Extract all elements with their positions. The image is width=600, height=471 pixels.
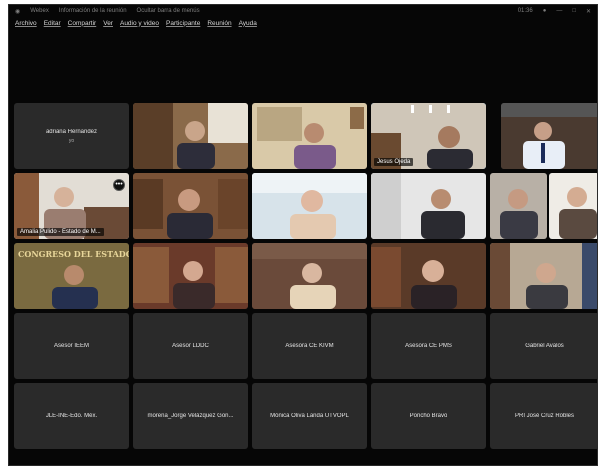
participant-name: Gabriel Avalos [525,343,564,349]
participant-video[interactable] [133,243,248,309]
menu-ayuda[interactable]: Ayuda [239,20,257,27]
participant-name: Amalia Pulido - Estado de M... [17,228,104,236]
participant-tile-amalia[interactable]: ••• Amalia Pulido - Estado de M... [14,173,129,239]
participant-video[interactable] [252,243,367,309]
participant-video[interactable] [549,173,597,239]
participant-name: Mónica Oliva Landa UTVOPL [270,413,349,419]
participant-video[interactable] [252,173,367,239]
participant-name: Poncho Bravo [409,413,448,419]
participant-video[interactable] [371,173,486,239]
menu-editar[interactable]: Editar [44,20,61,27]
participant-name: Asesor IEEM [53,343,89,349]
video-feed-image [490,173,547,239]
title-bar: ◉ Webex Información de la reunión Oculta… [9,5,597,17]
video-feed-image [133,243,248,309]
video-feed-image [133,173,248,239]
wall-lettering: CONGRESO DEL ESTADO DE MÉXICO [18,249,129,259]
menu-bar: Archivo Editar Compartir Ver Audio y vid… [9,17,597,29]
participant-tile-morena[interactable]: morena_Jorge Velázquez Gon... [133,383,248,449]
participant-video[interactable] [133,173,248,239]
participant-tile-asesor-lddc[interactable]: Asesor LDDC [133,313,248,379]
meeting-info-button[interactable]: Información de la reunión [59,8,127,14]
participant-tile-monica[interactable]: Mónica Oliva Landa UTVOPL [252,383,367,449]
menu-audio-video[interactable]: Audio y video [120,20,159,27]
video-gallery: adriana Hernandez yo Jesus Ojeda ••• Ama… [14,103,597,455]
menu-participante[interactable]: Participante [166,20,200,27]
video-feed-image: CONGRESO DEL ESTADO DE MÉXICO [14,243,129,309]
participant-name: Asesora CE KIVM [285,343,334,349]
webex-logo-icon: ◉ [15,8,21,15]
webex-meeting-window: ◉ Webex Información de la reunión Oculta… [8,4,598,466]
hide-menu-button[interactable]: Ocultar barra de menús [137,8,200,14]
participant-video[interactable] [133,103,248,169]
participant-tile-jesus[interactable]: Jesus Ojeda [371,103,486,169]
clock-label: 01:36 [517,8,533,14]
participant-name: PRI José Cruz Robles [514,413,575,419]
minimize-icon[interactable]: — [556,8,562,14]
maximize-icon[interactable]: □ [572,8,576,14]
participant-tile-pri[interactable]: PRI José Cruz Robles [490,383,597,449]
participant-video[interactable] [490,243,597,309]
participant-tile-asesora-kivm[interactable]: Asesora CE KIVM [252,313,367,379]
participant-video[interactable] [371,243,486,309]
participant-video[interactable] [501,103,597,169]
video-feed-image [252,243,367,309]
video-feed-image [371,243,486,309]
participant-name: morena_Jorge Velázquez Gon... [147,413,234,419]
menu-archivo[interactable]: Archivo [15,20,37,27]
video-feed-image [252,103,367,169]
status-icon: ● [542,8,547,14]
menu-reunion[interactable]: Reunión [207,20,231,27]
participant-tile-jle[interactable]: JLE-INE-Edo. Méx. [14,383,129,449]
participant-tile-adriana[interactable]: adriana Hernandez yo [14,103,129,169]
participant-tile-poncho[interactable]: Poncho Bravo [371,383,486,449]
participant-video[interactable] [252,103,367,169]
app-name: Webex [30,8,49,14]
participant-video[interactable]: CONGRESO DEL ESTADO DE MÉXICO [14,243,129,309]
video-feed-image [133,103,248,169]
participant-name: Asesora CE PMS [405,343,452,349]
more-options-icon[interactable]: ••• [113,179,125,191]
video-feed-image [490,243,597,309]
participant-tile-asesor-ieem[interactable]: Asesor IEEM [14,313,129,379]
participant-name: Jesus Ojeda [374,158,414,166]
participant-name: Asesor LDDC [172,343,209,349]
participant-name: adriana Hernandez [45,128,98,135]
menu-compartir[interactable]: Compartir [68,20,97,27]
participant-name: JLE-INE-Edo. Méx. [45,413,98,419]
video-feed-image [549,173,597,239]
close-icon[interactable]: ✕ [586,8,591,15]
menu-ver[interactable]: Ver [103,20,113,27]
video-feed-image [371,173,486,239]
video-feed-image [252,173,367,239]
video-feed-image [501,103,597,169]
participant-sub: yo [68,137,75,144]
participant-video[interactable] [490,173,547,239]
participant-tile-asesora-pms[interactable]: Asesora CE PMS [371,313,486,379]
participant-tile-gabriel[interactable]: Gabriel Avalos [490,313,597,379]
